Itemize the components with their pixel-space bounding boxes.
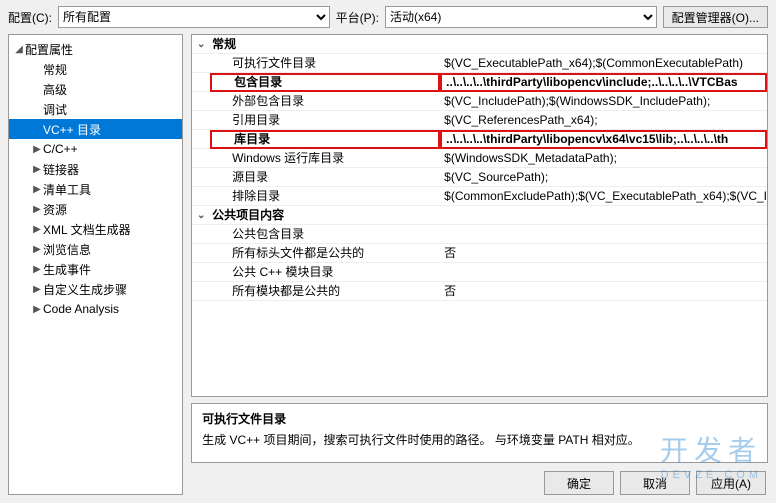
chevron-right-icon: ▶: [31, 244, 43, 255]
prop-value[interactable]: 否: [440, 244, 767, 262]
tree-item[interactable]: ▶清单工具: [9, 179, 182, 199]
prop-name: 外部包含目录: [210, 92, 440, 110]
prop-name: 引用目录: [210, 111, 440, 129]
prop-name: 公共 C++ 模块目录: [210, 263, 440, 281]
config-label: 配置(C):: [8, 9, 52, 26]
chevron-right-icon: ▶: [31, 144, 43, 155]
prop-name: Windows 运行库目录: [210, 149, 440, 167]
description-title: 可执行文件目录: [202, 410, 757, 427]
prop-row[interactable]: 所有标头文件都是公共的否: [192, 244, 767, 263]
chevron-right-icon: ▶: [31, 164, 43, 175]
prop-name: 排除目录: [210, 187, 440, 205]
cancel-button[interactable]: 取消: [620, 471, 690, 495]
prop-value[interactable]: [440, 263, 767, 281]
tree-item[interactable]: 常规: [9, 59, 182, 79]
prop-row[interactable]: Windows 运行库目录$(WindowsSDK_MetadataPath);: [192, 149, 767, 168]
platform-label: 平台(P):: [336, 9, 379, 26]
tree-item[interactable]: ▶资源: [9, 199, 182, 219]
property-grid[interactable]: ⌄ 常规 可执行文件目录$(VC_ExecutablePath_x64);$(C…: [191, 34, 768, 397]
config-manager-button[interactable]: 配置管理器(O)...: [663, 6, 768, 28]
prop-row-libdirs[interactable]: 库目录..\..\..\..\thirdParty\libopencv\x64\…: [192, 130, 767, 149]
tree-item[interactable]: ▶XML 文档生成器: [9, 219, 182, 239]
prop-row[interactable]: 公共 C++ 模块目录: [192, 263, 767, 282]
tree-item[interactable]: ▶链接器: [9, 159, 182, 179]
tree-item[interactable]: ▶浏览信息: [9, 239, 182, 259]
prop-value[interactable]: $(VC_IncludePath);$(WindowsSDK_IncludePa…: [440, 92, 767, 110]
prop-row[interactable]: 所有模块都是公共的否: [192, 282, 767, 301]
prop-value[interactable]: $(VC_ReferencesPath_x64);: [440, 111, 767, 129]
prop-name: 可执行文件目录: [210, 54, 440, 72]
category-row[interactable]: ⌄ 常规: [192, 35, 767, 54]
prop-row[interactable]: 可执行文件目录$(VC_ExecutablePath_x64);$(Common…: [192, 54, 767, 73]
chevron-right-icon: ▶: [31, 304, 43, 315]
chevron-right-icon: ▶: [31, 184, 43, 195]
prop-value[interactable]: 否: [440, 282, 767, 300]
chevron-right-icon: ▶: [31, 224, 43, 235]
prop-value[interactable]: $(VC_ExecutablePath_x64);$(CommonExecuta…: [440, 54, 767, 72]
prop-row[interactable]: 源目录$(VC_SourcePath);: [192, 168, 767, 187]
chevron-right-icon: ▶: [31, 204, 43, 215]
prop-name: 所有模块都是公共的: [210, 282, 440, 300]
prop-name: 源目录: [210, 168, 440, 186]
tree-item-vcdirs[interactable]: VC++ 目录: [9, 119, 182, 139]
tree-root[interactable]: ◢ 配置属性: [9, 39, 182, 59]
category-name: 常规: [210, 35, 440, 53]
prop-row[interactable]: 公共包含目录: [192, 225, 767, 244]
tree-item[interactable]: ▶Code Analysis: [9, 299, 182, 319]
tree-item[interactable]: ▶生成事件: [9, 259, 182, 279]
prop-row[interactable]: 排除目录$(CommonExcludePath);$(VC_Executable…: [192, 187, 767, 206]
tree-root-label: 配置属性: [25, 41, 73, 58]
chevron-right-icon: ▶: [31, 284, 43, 295]
prop-value[interactable]: $(WindowsSDK_MetadataPath);: [440, 149, 767, 167]
prop-row-includedirs[interactable]: 包含目录..\..\..\..\thirdParty\libopencv\inc…: [192, 73, 767, 92]
prop-name: 包含目录: [210, 73, 440, 92]
chevron-down-icon: ⌄: [192, 35, 210, 53]
description-text: 生成 VC++ 项目期间，搜索可执行文件时使用的路径。 与环境变量 PATH 相…: [202, 431, 757, 448]
prop-value[interactable]: $(VC_SourcePath);: [440, 168, 767, 186]
prop-name: 库目录: [210, 130, 440, 149]
platform-select[interactable]: 活动(x64): [385, 6, 657, 28]
chevron-down-icon: ⌄: [192, 206, 210, 224]
chevron-right-icon: ▶: [31, 264, 43, 275]
prop-value[interactable]: ..\..\..\..\thirdParty\libopencv\include…: [440, 73, 767, 92]
description-panel: 可执行文件目录 生成 VC++ 项目期间，搜索可执行文件时使用的路径。 与环境变…: [191, 403, 768, 463]
prop-value[interactable]: ..\..\..\..\thirdParty\libopencv\x64\vc1…: [440, 130, 767, 149]
apply-button[interactable]: 应用(A): [696, 471, 766, 495]
prop-row[interactable]: 外部包含目录$(VC_IncludePath);$(WindowsSDK_Inc…: [192, 92, 767, 111]
property-tree[interactable]: ◢ 配置属性 常规 高级 调试 VC++ 目录 ▶C/C++ ▶链接器 ▶清单工…: [8, 34, 183, 495]
category-row[interactable]: ⌄ 公共项目内容: [192, 206, 767, 225]
category-name: 公共项目内容: [210, 206, 440, 224]
dialog-buttons: 确定 取消 应用(A): [191, 469, 768, 495]
tree-item[interactable]: ▶C/C++: [9, 139, 182, 159]
prop-value[interactable]: [440, 225, 767, 243]
prop-name: 所有标头文件都是公共的: [210, 244, 440, 262]
prop-name: 公共包含目录: [210, 225, 440, 243]
tree-item[interactable]: ▶自定义生成步骤: [9, 279, 182, 299]
top-toolbar: 配置(C): 所有配置 平台(P): 活动(x64) 配置管理器(O)...: [0, 0, 776, 34]
prop-value[interactable]: $(CommonExcludePath);$(VC_ExecutablePath…: [440, 187, 767, 205]
prop-row[interactable]: 引用目录$(VC_ReferencesPath_x64);: [192, 111, 767, 130]
config-select[interactable]: 所有配置: [58, 6, 330, 28]
tree-item[interactable]: 高级: [9, 79, 182, 99]
chevron-down-icon: ◢: [13, 44, 25, 55]
ok-button[interactable]: 确定: [544, 471, 614, 495]
tree-item[interactable]: 调试: [9, 99, 182, 119]
